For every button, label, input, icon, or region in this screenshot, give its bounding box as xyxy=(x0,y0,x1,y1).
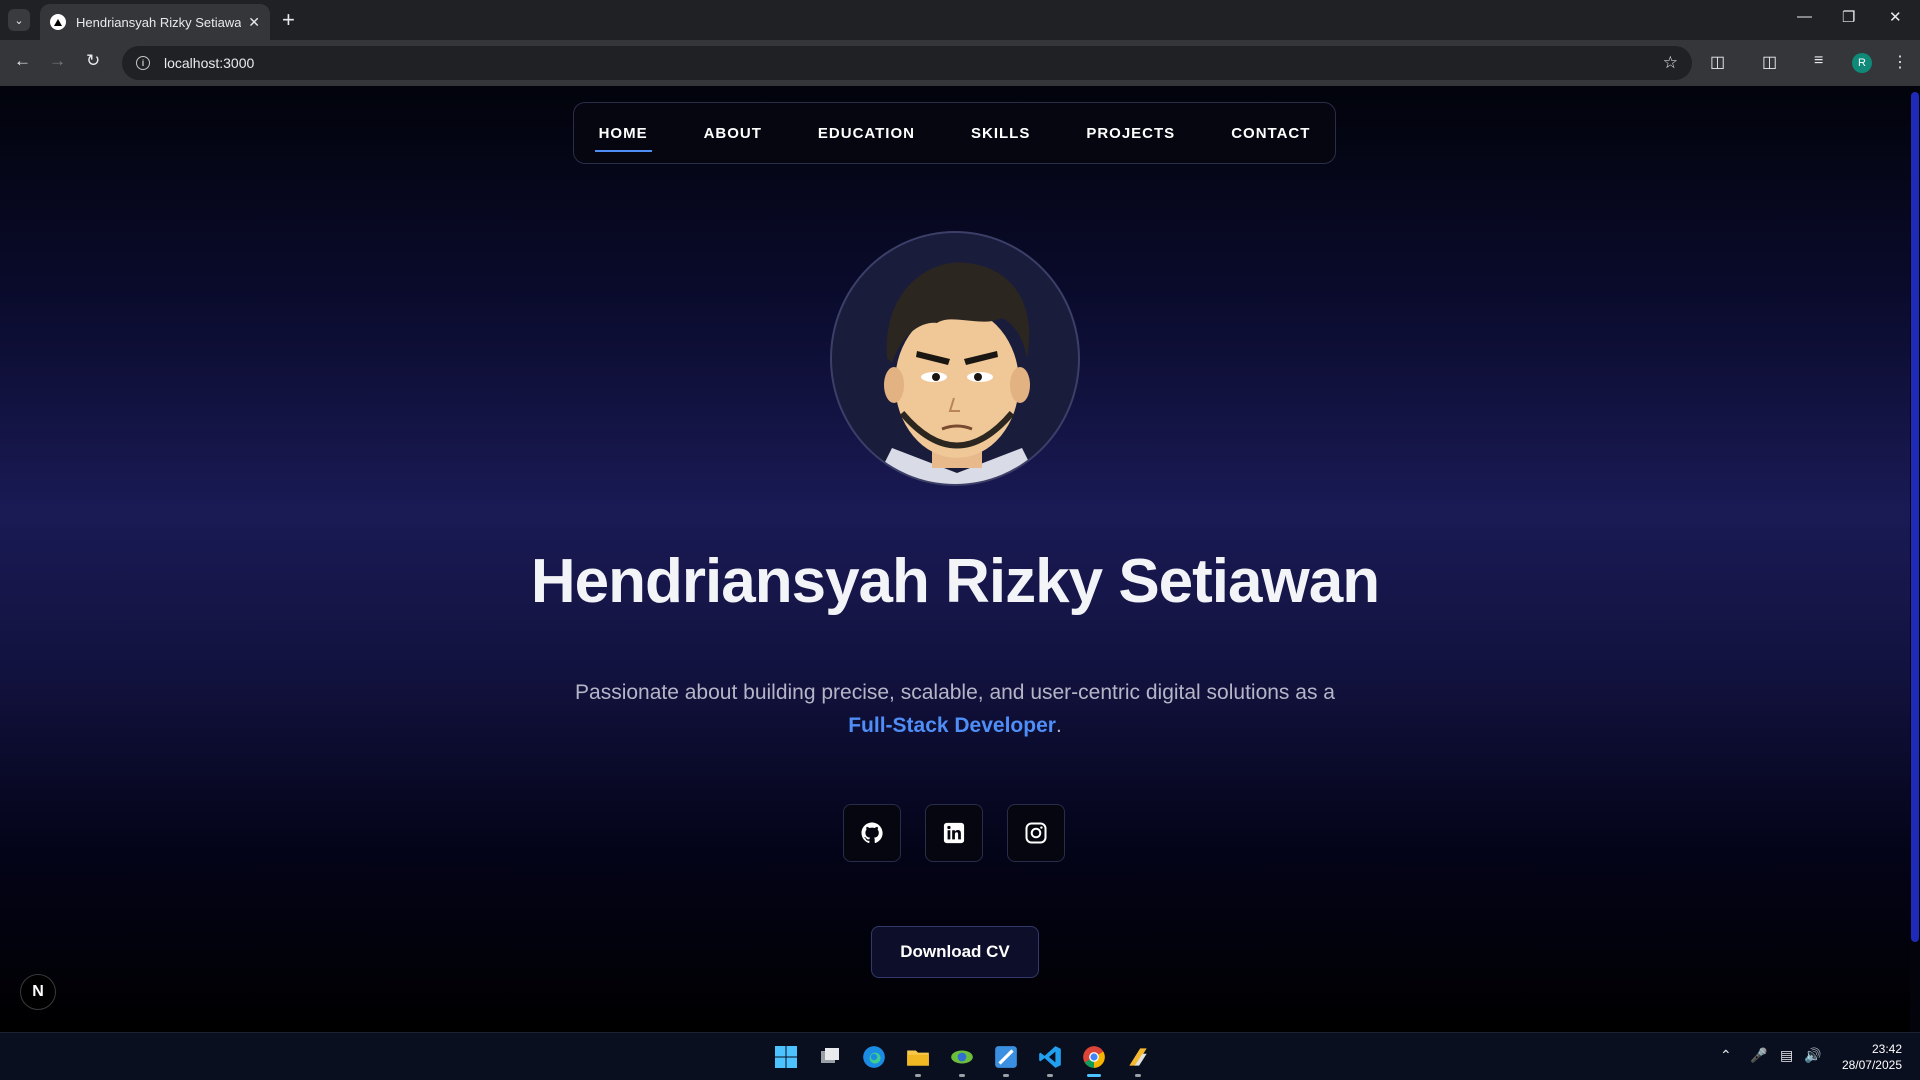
close-window-icon[interactable]: ✕ xyxy=(1889,8,1902,26)
browser-toolbar: ← → ↻ i localhost:3000 ☆ ◫ ◫ ≡ R ⋮ xyxy=(0,40,1920,86)
network-icon[interactable]: ▤ xyxy=(1780,1047,1793,1064)
github-icon xyxy=(861,822,883,844)
windows-start-icon[interactable] xyxy=(768,1039,804,1075)
system-clock[interactable]: 23:42 28/07/2025 xyxy=(1822,1041,1902,1073)
scrollbar-thumb[interactable] xyxy=(1911,92,1919,942)
profile-avatar-image xyxy=(830,231,1080,486)
app-icon[interactable] xyxy=(988,1039,1024,1077)
favicon-icon xyxy=(50,14,66,30)
forward-icon[interactable]: → xyxy=(49,51,66,71)
volume-icon[interactable]: 🔊 xyxy=(1804,1047,1821,1064)
nav-about[interactable]: ABOUT xyxy=(676,102,790,164)
nextjs-dev-badge[interactable]: N xyxy=(20,974,56,1010)
reload-icon[interactable]: ↻ xyxy=(86,51,100,71)
nav-contact[interactable]: CONTACT xyxy=(1203,102,1338,164)
menu-icon[interactable]: ⋮ xyxy=(1892,52,1908,72)
clock-time: 23:42 xyxy=(1871,1042,1902,1056)
microphone-icon[interactable]: 🎤 xyxy=(1750,1047,1767,1064)
linkedin-icon xyxy=(943,822,965,844)
instagram-link[interactable] xyxy=(1007,804,1065,862)
profile-avatar[interactable]: R xyxy=(1852,53,1872,73)
tab-title: Hendriansyah Rizky Setiawan - xyxy=(76,14,241,30)
linkedin-link[interactable] xyxy=(925,804,983,862)
hero-description-end: . xyxy=(1055,714,1062,737)
edge-icon[interactable] xyxy=(856,1039,892,1075)
vscode-icon[interactable] xyxy=(1032,1039,1068,1077)
bookmark-star-icon[interactable]: ☆ xyxy=(1663,53,1678,73)
app-icon[interactable] xyxy=(1120,1039,1156,1077)
url-text[interactable]: localhost:3000 xyxy=(164,55,254,71)
minimize-icon[interactable]: — xyxy=(1797,8,1812,25)
nav-education[interactable]: EDUCATION xyxy=(790,102,943,164)
file-explorer-icon[interactable] xyxy=(900,1039,936,1077)
clock-date: 28/07/2025 xyxy=(1841,1058,1902,1072)
back-icon[interactable]: ← xyxy=(14,51,31,71)
reading-mode-icon[interactable]: ◫ xyxy=(1762,52,1777,72)
hero-description-text: Passionate about building precise, scala… xyxy=(575,681,1335,704)
tab-close-icon[interactable]: ✕ xyxy=(248,14,260,31)
extensions-icon[interactable]: ◫ xyxy=(1710,52,1725,72)
hero-name: Hendriansyah Rizky Setiawan xyxy=(530,547,1380,616)
github-link[interactable] xyxy=(843,804,901,862)
nav-projects[interactable]: PROJECTS xyxy=(1058,102,1203,164)
media-icon[interactable]: ≡ xyxy=(1814,52,1823,70)
nav-home[interactable]: HOME xyxy=(571,102,676,164)
nav-skills[interactable]: SKILLS xyxy=(943,102,1058,164)
show-hidden-icons-icon[interactable]: ⌃ xyxy=(1720,1047,1732,1064)
browser-tabbar: ⌄ Hendriansyah Rizky Setiawan - ✕ + — ❐ … xyxy=(0,0,1920,40)
tab-search-icon[interactable]: ⌄ xyxy=(8,9,30,31)
download-cv-button[interactable]: Download CV xyxy=(871,926,1039,978)
app-icon[interactable] xyxy=(944,1039,980,1077)
restore-icon[interactable]: ❐ xyxy=(1842,8,1855,26)
instagram-icon xyxy=(1025,822,1047,844)
address-bar[interactable]: i localhost:3000 ☆ xyxy=(122,46,1692,80)
main-navbar: HOME ABOUT EDUCATION SKILLS PROJECTS CON… xyxy=(573,102,1336,164)
windows-taskbar: ⌃ 🎤 ▤ 🔊 23:42 28/07/2025 xyxy=(0,1032,1920,1080)
chrome-icon[interactable] xyxy=(1076,1039,1112,1077)
social-links xyxy=(843,804,1065,862)
new-tab-icon[interactable]: + xyxy=(282,6,295,34)
scrollbar[interactable] xyxy=(1910,86,1920,1032)
hero-role-highlight: Full-Stack Developer xyxy=(848,714,1056,737)
hero-description: Passionate about building precise, scala… xyxy=(560,676,1350,742)
task-view-icon[interactable] xyxy=(812,1039,848,1075)
site-info-icon[interactable]: i xyxy=(136,56,150,70)
page-content: HOME ABOUT EDUCATION SKILLS PROJECTS CON… xyxy=(0,86,1920,1032)
browser-tab[interactable]: Hendriansyah Rizky Setiawan - ✕ xyxy=(40,4,270,40)
taskbar-apps xyxy=(768,1039,1156,1077)
